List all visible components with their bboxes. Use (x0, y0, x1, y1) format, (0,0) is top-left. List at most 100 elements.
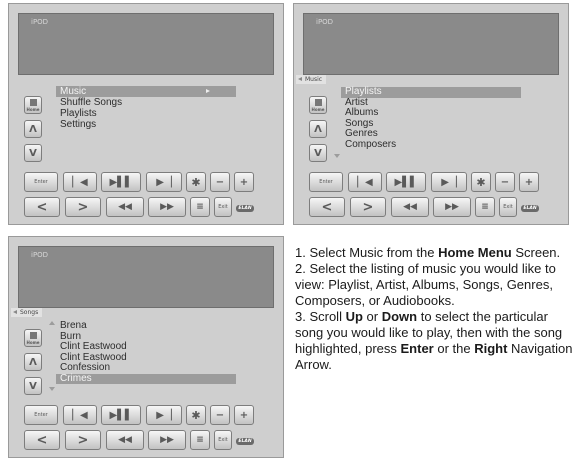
previous-track-button[interactable]: ▏◀ (63, 172, 97, 192)
home-menu: Music Shuffle Songs Playlists Settings (56, 86, 236, 130)
chevron-right-icon (206, 89, 210, 93)
previous-track-button[interactable]: ▏◀ (63, 405, 97, 425)
equalizer-button[interactable]: ≡ (190, 197, 210, 217)
menu-item-composers[interactable]: Composers (341, 139, 521, 151)
menu-item-genres[interactable]: Genres (341, 128, 521, 140)
equalizer-icon: ≡ (481, 202, 489, 212)
plus-icon: + (239, 176, 249, 188)
favorite-button[interactable]: ✱ (186, 172, 206, 192)
right-arrow-button[interactable]: > (65, 430, 101, 450)
enter-button[interactable]: Enter (309, 172, 343, 192)
lcd-screen: iPOD (18, 13, 274, 75)
menu-item-settings[interactable]: Settings (56, 119, 236, 130)
exit-button[interactable]: Exit (214, 197, 232, 217)
rewind-button[interactable]: ◀◀ (106, 430, 144, 450)
left-arrow-button[interactable]: < (24, 197, 60, 217)
list-item-selected[interactable]: Crimes (56, 373, 236, 384)
skip-back-icon: ▏◀ (72, 409, 88, 421)
play-pause-button[interactable]: ▶▌▌ (101, 172, 141, 192)
favorite-button[interactable]: ✱ (186, 405, 206, 425)
skip-back-icon: ▏◀ (72, 176, 88, 188)
next-track-button[interactable]: ▶▕ (146, 405, 182, 425)
menu-item-playlists[interactable]: Playlists (341, 86, 521, 98)
up-button[interactable]: Λ (24, 120, 42, 138)
scroll-up-indicator-icon (49, 321, 55, 325)
up-button[interactable]: Λ (24, 353, 42, 371)
fast-forward-icon: ▶▶ (160, 435, 174, 445)
home-button[interactable]: Home (24, 96, 42, 114)
screen-title: iPOD (316, 18, 334, 26)
volume-down-button[interactable]: − (210, 172, 230, 192)
home-icon (29, 98, 37, 106)
keypad-panel-music: iPOD Music Playlists Artist Albums Songs… (293, 3, 569, 225)
fast-forward-button[interactable]: ▶▶ (148, 197, 186, 217)
fast-forward-icon: ▶▶ (160, 202, 174, 212)
next-track-button[interactable]: ▶▕ (146, 172, 182, 192)
right-arrow-button[interactable]: > (65, 197, 101, 217)
left-arrow-button[interactable]: < (24, 430, 60, 450)
home-icon (314, 98, 322, 106)
list-item[interactable]: Clint Eastwood (56, 341, 236, 353)
play-pause-icon: ▶▌▌ (109, 176, 133, 188)
star-icon: ✱ (191, 175, 201, 189)
skip-forward-icon: ▶▕ (156, 176, 172, 188)
keypad-panel-songs: iPOD Songs Brena Burn Clint Eastwood Cli… (8, 236, 284, 458)
plus-icon: + (239, 409, 249, 421)
menu-item-shuffle-songs[interactable]: Shuffle Songs (56, 97, 236, 108)
breadcrumb: Music (296, 75, 327, 84)
songs-list: Brena Burn Clint Eastwood Clint Eastwood… (56, 320, 236, 384)
favorite-button[interactable]: ✱ (471, 172, 491, 192)
rewind-icon: ◀◀ (403, 202, 417, 212)
left-arrow-button[interactable]: < (309, 197, 345, 217)
next-track-button[interactable]: ▶▕ (431, 172, 467, 192)
play-pause-button[interactable]: ▶▌▌ (101, 405, 141, 425)
instruction-step-2: 2. Select the listing of music you would… (295, 261, 556, 308)
exit-button[interactable]: Exit (499, 197, 517, 217)
rewind-icon: ◀◀ (118, 435, 132, 445)
minus-icon: − (500, 176, 510, 188)
elan-logo: ELAN (236, 437, 254, 445)
minus-icon: − (215, 176, 225, 188)
rewind-button[interactable]: ◀◀ (391, 197, 429, 217)
screen-title: iPOD (31, 251, 49, 259)
fast-forward-button[interactable]: ▶▶ (148, 430, 186, 450)
plus-icon: + (524, 176, 534, 188)
home-button[interactable]: Home (309, 96, 327, 114)
star-icon: ✱ (476, 175, 486, 189)
menu-item-music[interactable]: Music (56, 86, 236, 97)
volume-up-button[interactable]: + (519, 172, 539, 192)
volume-up-button[interactable]: + (234, 405, 254, 425)
right-arrow-button[interactable]: > (350, 197, 386, 217)
down-button[interactable]: V (309, 144, 327, 162)
fast-forward-icon: ▶▶ (445, 202, 459, 212)
volume-up-button[interactable]: + (234, 172, 254, 192)
equalizer-button[interactable]: ≡ (475, 197, 495, 217)
play-pause-button[interactable]: ▶▌▌ (386, 172, 426, 192)
home-button[interactable]: Home (24, 329, 42, 347)
breadcrumb: Songs (11, 308, 43, 317)
enter-button[interactable]: Enter (24, 405, 58, 425)
lcd-screen: iPOD (18, 246, 274, 308)
exit-button[interactable]: Exit (214, 430, 232, 450)
previous-track-button[interactable]: ▏◀ (348, 172, 382, 192)
list-item[interactable]: Brena (56, 320, 236, 332)
rewind-icon: ◀◀ (118, 202, 132, 212)
rewind-button[interactable]: ◀◀ (106, 197, 144, 217)
volume-down-button[interactable]: − (210, 405, 230, 425)
keypad-panel-home: iPOD Music Shuffle Songs Playlists Setti… (8, 3, 284, 225)
skip-forward-icon: ▶▕ (156, 409, 172, 421)
down-button[interactable]: V (24, 144, 42, 162)
list-item[interactable]: Confession (56, 362, 236, 374)
up-button[interactable]: Λ (309, 120, 327, 138)
down-button[interactable]: V (24, 377, 42, 395)
instructions: 1. Select Music from the Home Menu Scree… (295, 245, 575, 373)
fast-forward-button[interactable]: ▶▶ (433, 197, 471, 217)
equalizer-button[interactable]: ≡ (190, 430, 210, 450)
enter-button[interactable]: Enter (24, 172, 58, 192)
menu-item-playlists[interactable]: Playlists (56, 108, 236, 119)
volume-down-button[interactable]: − (495, 172, 515, 192)
scroll-down-indicator-icon (49, 387, 55, 391)
play-pause-icon: ▶▌▌ (109, 409, 133, 421)
skip-forward-icon: ▶▕ (441, 176, 457, 188)
menu-item-albums[interactable]: Albums (341, 107, 521, 119)
